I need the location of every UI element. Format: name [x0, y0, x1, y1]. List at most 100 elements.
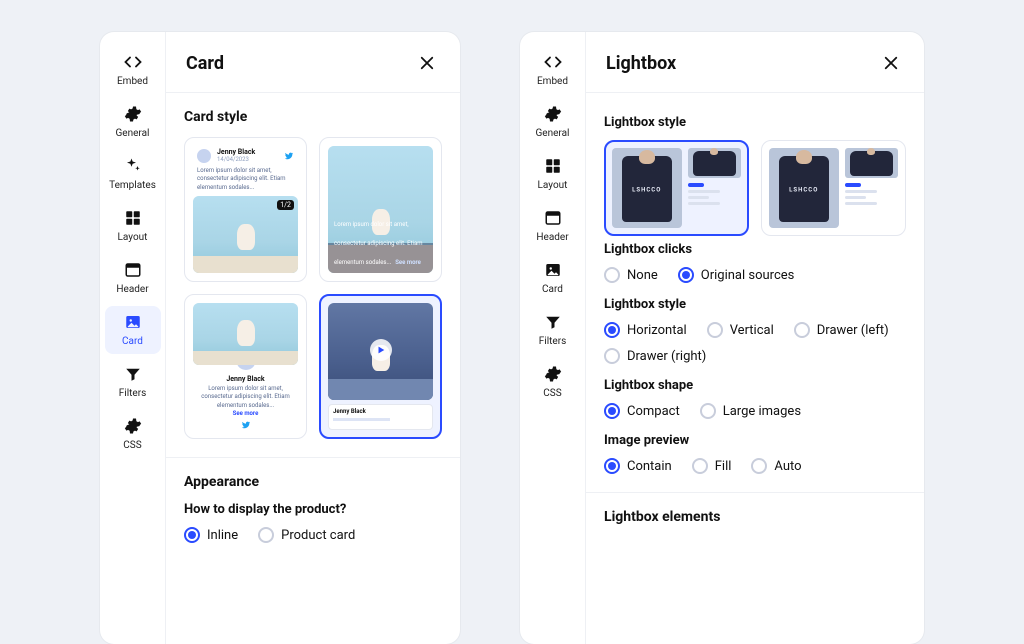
sparkles-icon	[123, 156, 143, 176]
sidebar-item-css[interactable]: CSS	[525, 358, 581, 406]
panel-header: Lightbox	[586, 32, 924, 93]
radio-vertical[interactable]: Vertical	[707, 322, 774, 338]
grid-icon	[123, 208, 143, 228]
radio-label: Drawer (left)	[817, 323, 889, 338]
radio-dot-icon	[707, 322, 723, 338]
radio-dot-icon	[604, 458, 620, 474]
header-icon	[123, 260, 143, 280]
radio-dot-icon	[751, 458, 767, 474]
radio-label: Large images	[723, 404, 801, 419]
funnel-icon	[123, 364, 143, 384]
sidebar-item-general[interactable]: General	[525, 98, 581, 146]
close-button[interactable]	[414, 50, 440, 76]
radio-group-clicks: None Original sources	[604, 267, 906, 283]
radio-drawer-left[interactable]: Drawer (left)	[794, 322, 889, 338]
radio-inline[interactable]: Inline	[184, 527, 238, 543]
sample-video-caption: Jenny Black	[328, 404, 433, 430]
code-icon	[123, 52, 143, 72]
radio-contain[interactable]: Contain	[604, 458, 672, 474]
radio-product-card[interactable]: Product card	[258, 527, 355, 543]
sidebar-item-label: Layout	[118, 232, 148, 243]
sidebar-item-filters[interactable]: Filters	[525, 306, 581, 354]
sidebar-item-label: Filters	[539, 336, 567, 347]
lightbox-style-option-2[interactable]: LSHCCO	[761, 140, 906, 236]
sidebar-item-header[interactable]: Header	[105, 254, 161, 302]
sidebar: Embed General Templates Layout Header	[100, 32, 166, 644]
section-title-lightbox-style: Lightbox style	[604, 115, 906, 130]
code-icon	[543, 52, 563, 72]
radio-label: Horizontal	[627, 323, 687, 338]
sidebar-item-label: Card	[542, 284, 563, 295]
radio-label: Vertical	[730, 323, 774, 338]
twitter-icon	[241, 420, 251, 430]
panel-card-content: Card style Jenny Black 14/04/2023	[166, 93, 460, 644]
radio-dot-icon	[258, 527, 274, 543]
sidebar-item-embed[interactable]: Embed	[105, 46, 161, 94]
sidebar-item-header[interactable]: Header	[525, 202, 581, 250]
sidebar-item-layout[interactable]: Layout	[105, 202, 161, 250]
sample-text: Lorem ipsum dolor sit amet, consectetur …	[193, 167, 298, 196]
sidebar-item-card[interactable]: Card	[105, 306, 161, 354]
lightbox-thumb-image: LSHCCO	[769, 148, 839, 228]
radio-fill[interactable]: Fill	[692, 458, 732, 474]
radio-dot-icon	[678, 267, 694, 283]
radio-label: None	[627, 268, 658, 283]
panel-card-main: Card Card style Jenny Black 14/04/2023	[166, 32, 460, 644]
radio-compact[interactable]: Compact	[604, 403, 680, 419]
radio-label: Product card	[281, 528, 355, 543]
gear-icon	[123, 104, 143, 124]
lightbox-style-option-1[interactable]: LSHCCO	[604, 140, 749, 236]
sidebar-item-label: General	[535, 128, 569, 139]
lightbox-thumb-side	[688, 148, 741, 228]
sidebar-item-label: Layout	[538, 180, 568, 191]
radio-group-shape: Compact Large images	[604, 403, 906, 419]
radio-label: Original sources	[701, 268, 795, 283]
header-icon	[543, 208, 563, 228]
sidebar-item-embed[interactable]: Embed	[525, 46, 581, 94]
see-more-link: See more	[395, 259, 421, 266]
sidebar-item-card[interactable]: Card	[525, 254, 581, 302]
question-display-product: How to display the product?	[184, 502, 442, 517]
sidebar-item-label: Filters	[119, 388, 147, 399]
grid-icon	[543, 156, 563, 176]
card-style-option-video[interactable]: Jenny Black	[319, 294, 442, 439]
funnel-icon	[543, 312, 563, 332]
sidebar: Embed General Layout Header Card Filters…	[520, 32, 586, 644]
card-style-option-overlay[interactable]: Lorem ipsum dolor sit amet, consectetur …	[319, 137, 442, 282]
radio-clicks-original[interactable]: Original sources	[678, 267, 795, 283]
radio-drawer-right[interactable]: Drawer (right)	[604, 348, 706, 364]
radio-auto[interactable]: Auto	[751, 458, 801, 474]
radio-large-images[interactable]: Large images	[700, 403, 801, 419]
lightbox-thumb-image: LSHCCO	[612, 148, 682, 228]
radio-group-preview: Contain Fill Auto	[604, 458, 906, 474]
gear-icon	[543, 104, 563, 124]
radio-group-display-product: Inline Product card	[184, 527, 442, 543]
radio-clicks-none[interactable]: None	[604, 267, 658, 283]
section-title-lightbox-shape: Lightbox shape	[604, 378, 906, 393]
image-icon	[123, 312, 143, 332]
radio-label: Compact	[627, 404, 680, 419]
sidebar-item-layout[interactable]: Layout	[525, 150, 581, 198]
card-style-option-profile[interactable]: Jenny Black Lorem ipsum dolor sit amet, …	[184, 294, 307, 439]
card-style-grid: Jenny Black 14/04/2023 Lorem ipsum dolor…	[184, 137, 442, 439]
panel-title: Lightbox	[606, 53, 676, 74]
radio-dot-icon	[692, 458, 708, 474]
sidebar-item-filters[interactable]: Filters	[105, 358, 161, 406]
radio-dot-icon	[604, 348, 620, 364]
sidebar-item-label: CSS	[543, 388, 561, 399]
close-button[interactable]	[878, 50, 904, 76]
gear-icon	[123, 416, 143, 436]
sidebar-item-label: Embed	[537, 76, 568, 87]
panel-lightbox-content: Lightbox style LSHCCO LSHCCO	[586, 93, 924, 644]
sidebar-item-css[interactable]: CSS	[105, 410, 161, 458]
sidebar-item-label: Header	[116, 284, 148, 295]
image-counter-badge: 1/2	[277, 200, 294, 210]
radio-group-orientation: Horizontal Vertical Drawer (left) Drawer…	[604, 322, 906, 364]
radio-horizontal[interactable]: Horizontal	[604, 322, 687, 338]
section-title-image-preview: Image preview	[604, 433, 906, 448]
lightbox-thumb-side	[845, 148, 898, 228]
sidebar-item-templates[interactable]: Templates	[105, 150, 161, 198]
panel-card: Embed General Templates Layout Header	[100, 32, 460, 644]
card-style-option-post[interactable]: Jenny Black 14/04/2023 Lorem ipsum dolor…	[184, 137, 307, 282]
sidebar-item-general[interactable]: General	[105, 98, 161, 146]
